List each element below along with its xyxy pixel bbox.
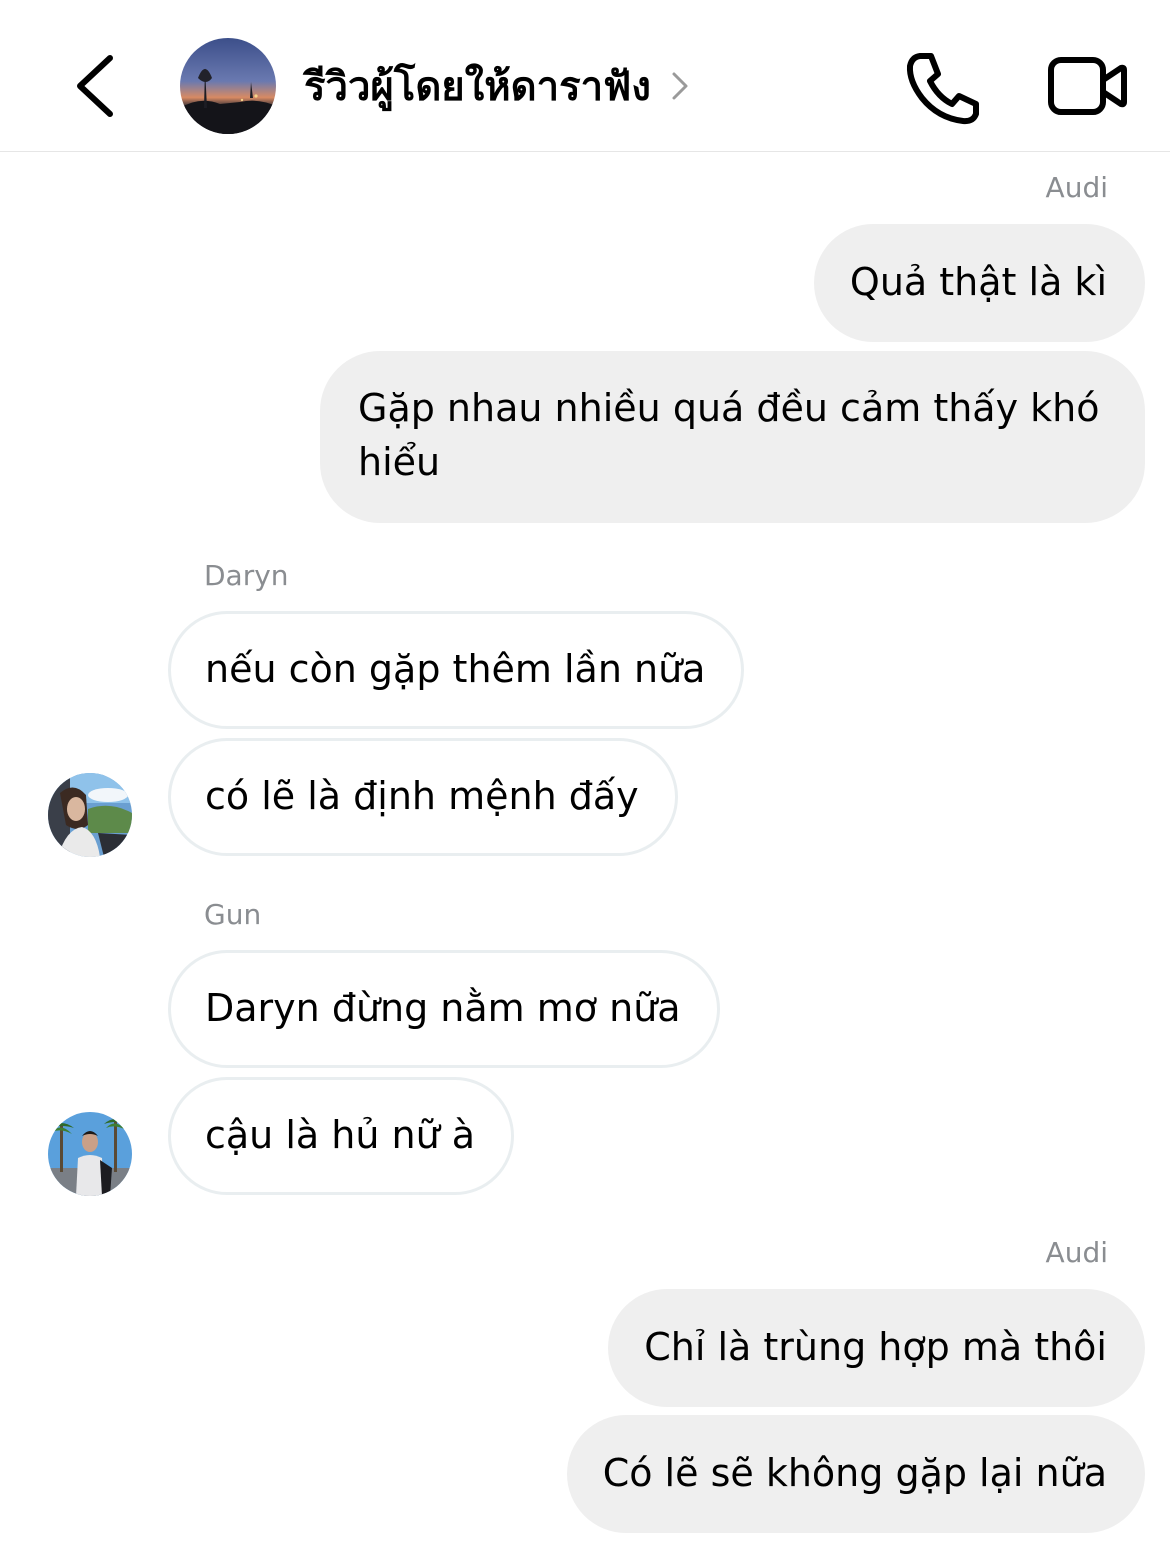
group-avatar[interactable] [180, 38, 276, 134]
avatar[interactable] [48, 773, 132, 857]
avatar[interactable] [48, 1112, 132, 1196]
back-button[interactable] [62, 48, 132, 124]
message-bubble-outgoing[interactable]: Có lẽ sẽ không gặp lại nữa [566, 1415, 1145, 1533]
daryn-avatar-image [48, 773, 132, 857]
sender-name: Audi [1045, 171, 1108, 204]
chat-title: รีวิวผู้โดยให้ดาราฟัง [304, 64, 651, 110]
chat-header: รีวิวผู้โดยให้ดาราฟัง [0, 0, 1170, 152]
message-bubble-incoming[interactable]: nếu còn gặp thêm lần nữa [168, 611, 745, 729]
video-call-button[interactable] [1044, 50, 1130, 122]
group-photo-image [180, 38, 276, 134]
voice-call-button[interactable] [900, 48, 984, 128]
chevron-right-icon [672, 72, 688, 100]
chevron-left-icon [77, 55, 113, 117]
message-bubble-outgoing[interactable]: Chỉ là trùng hợp mà thôi [608, 1289, 1145, 1407]
message-bubble-incoming[interactable]: Daryn đừng nằm mơ nữa [168, 950, 720, 1068]
chat-title-button[interactable]: รีวิวผู้โดยให้ดาราฟัง [304, 58, 691, 114]
phone-icon [906, 53, 979, 125]
video-camera-icon [1048, 57, 1127, 115]
message-bubble-outgoing[interactable]: Quả thật là kì [813, 224, 1145, 342]
gun-avatar-image [48, 1112, 132, 1196]
sender-name: Audi [1045, 1236, 1108, 1269]
message-bubble-incoming[interactable]: cậu là hủ nữ à [168, 1077, 515, 1195]
sender-name: Daryn [204, 559, 289, 592]
sender-name: Gun [204, 898, 262, 931]
message-bubble-outgoing[interactable]: Gặp nhau nhiều quá đều cảm thấy khó hiểu [320, 351, 1145, 523]
message-bubble-incoming[interactable]: có lẽ là định mệnh đấy [168, 738, 678, 856]
